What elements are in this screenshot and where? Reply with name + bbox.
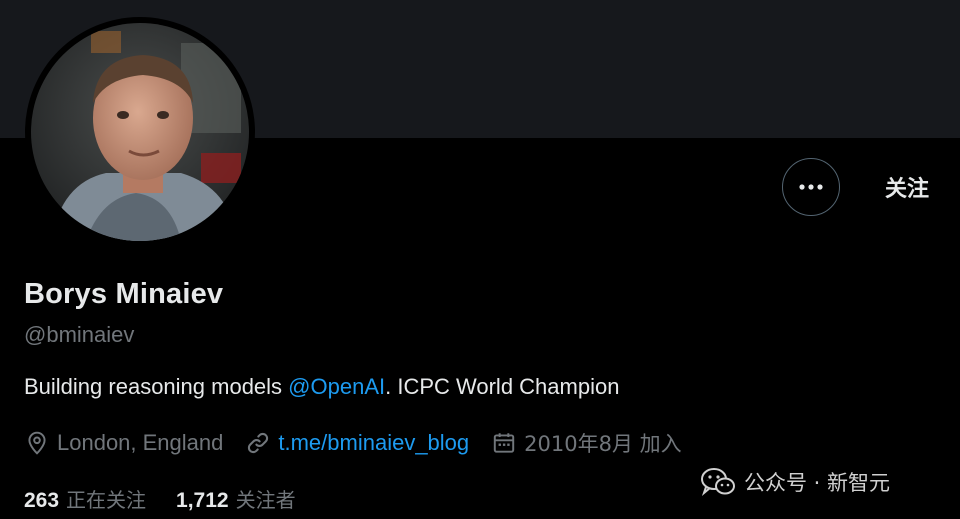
more-options-button[interactable] [782, 158, 840, 216]
watermark-text: 公众号 · 新智元 [744, 471, 891, 495]
profile-bio: Building reasoning models @OpenAI. ICPC … [24, 374, 619, 400]
followers-count: 1,712 [176, 489, 229, 512]
follow-stats: 263 正在关注 1,712 关注者 [24, 484, 326, 513]
website-link[interactable]: t.me/bminaiev_blog [278, 430, 469, 456]
profile-meta: London, England t.me/bminaiev_blog 2010年… [24, 427, 704, 459]
follow-button[interactable]: 关注 [860, 160, 954, 214]
following-stat[interactable]: 263 正在关注 [24, 484, 146, 513]
watermark: 公众号 · 新智元 [700, 464, 890, 500]
bio-text-suffix: . ICPC World Champion [385, 374, 620, 399]
user-handle: @bminaiev [24, 322, 135, 347]
join-date-text: 2010年8月 加入 [524, 432, 682, 456]
more-horizontal-icon [799, 184, 823, 190]
calendar-icon [493, 433, 515, 453]
website-item[interactable]: t.me/bminaiev_blog [245, 430, 469, 456]
bio-text-prefix: Building reasoning models [24, 374, 289, 399]
location-pin-icon [28, 431, 46, 455]
join-date-item: 2010年8月 加入 [491, 428, 682, 458]
following-count: 263 [24, 489, 60, 512]
avatar-photo [31, 23, 249, 241]
followers-label: 关注者 [235, 488, 296, 512]
location-item: London, England [24, 430, 223, 456]
followers-stat[interactable]: 1,712 关注者 [176, 484, 296, 513]
display-name: Borys Minaiev [24, 278, 224, 310]
bio-mention-link[interactable]: @OpenAI [288, 374, 385, 399]
link-icon [248, 432, 269, 454]
location-text: London, England [57, 430, 224, 455]
avatar[interactable] [31, 23, 249, 241]
wechat-icon [701, 468, 735, 497]
following-label: 正在关注 [66, 488, 147, 512]
